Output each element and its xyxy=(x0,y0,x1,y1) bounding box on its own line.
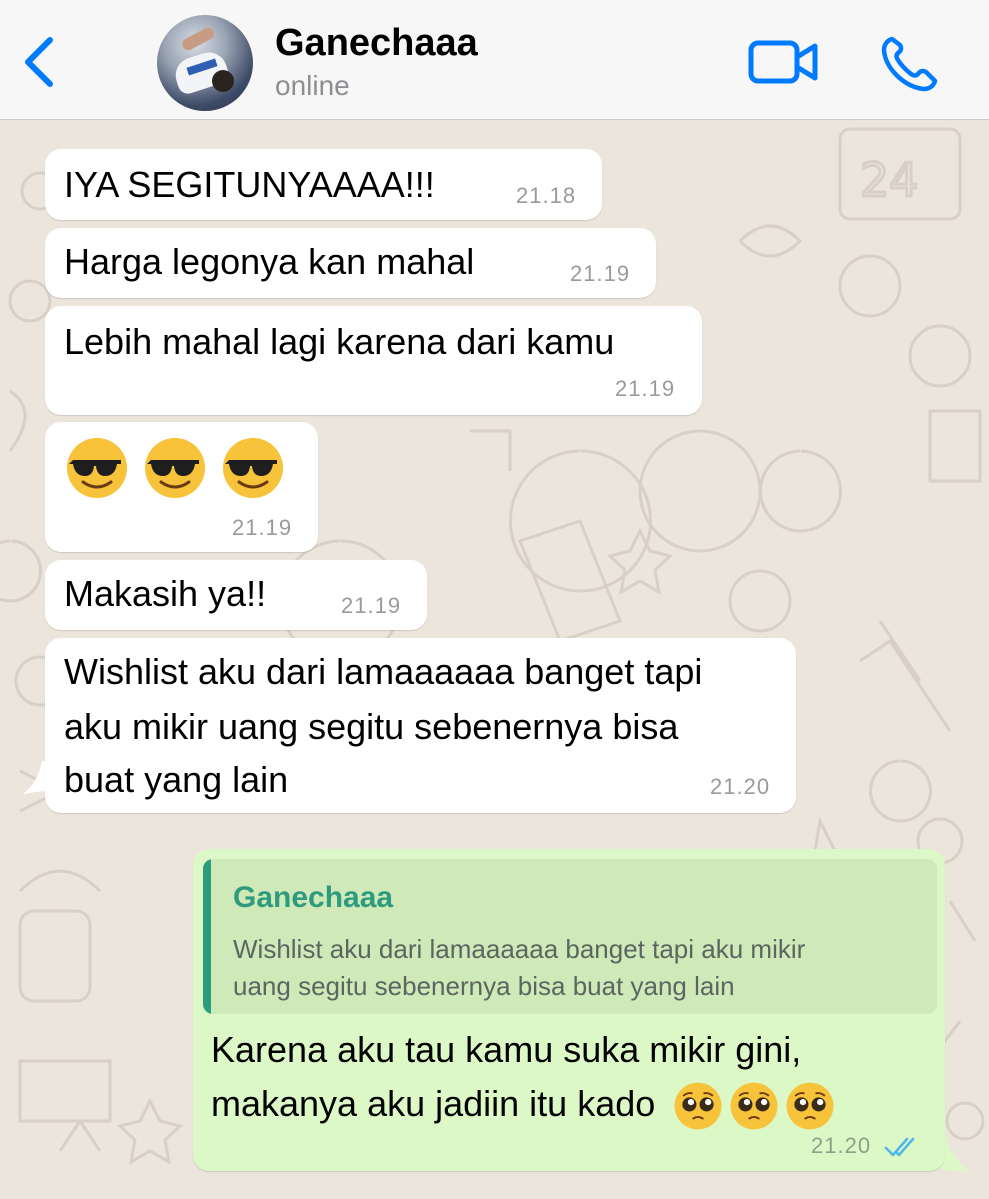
double-check-read-icon xyxy=(884,1137,915,1157)
message-text-line: buat yang lain xyxy=(64,759,289,800)
quoted-text-line: Wishlist aku dari lamaaaaaa banget tapi … xyxy=(233,934,806,964)
message-text-line: aku mikir uang segitu sebenernya bisa xyxy=(64,706,679,747)
pleading-face-icon xyxy=(786,1083,834,1130)
outgoing-message[interactable]: Ganechaaa Wishlist aku dari lamaaaaaa ba… xyxy=(193,849,945,1171)
message-time: 21.19 xyxy=(615,376,676,401)
avatar[interactable] xyxy=(157,15,253,111)
phone-icon xyxy=(881,36,938,92)
smiling-face-with-sunglasses-icon xyxy=(67,438,127,498)
incoming-message[interactable]: IYA SEGITUNYAAAA!!! 21.18 xyxy=(45,149,602,220)
pleading-face-icon xyxy=(674,1083,722,1130)
incoming-emoji-message[interactable]: 21.19 xyxy=(45,422,318,552)
quoted-text-line: uang segitu sebenernya bisa buat yang la… xyxy=(233,971,735,1001)
incoming-message[interactable]: Makasih ya!! 21.19 xyxy=(45,560,427,630)
quoted-message[interactable]: Ganechaaa Wishlist aku dari lamaaaaaa ba… xyxy=(203,859,937,1014)
incoming-message[interactable]: Lebih mahal lagi karena dari kamu 21.19 xyxy=(45,306,702,415)
message-text: Lebih mahal lagi karena dari kamu xyxy=(64,321,615,362)
contact-name[interactable]: Ganechaaa xyxy=(275,22,478,65)
contact-status: online xyxy=(275,70,350,101)
message-text: IYA SEGITUNYAAAA!!! xyxy=(64,164,435,205)
message-time: 21.20 xyxy=(811,1133,872,1158)
emoji-row xyxy=(65,436,299,500)
incoming-message[interactable]: Harga legonya kan mahal 21.19 xyxy=(45,228,656,298)
message-text-line: makanya aku jadiin itu kado xyxy=(211,1076,849,1131)
message-text: Harga legonya kan mahal xyxy=(64,241,475,282)
video-camera-icon xyxy=(748,40,818,84)
quoted-sender-name: Ganechaaa xyxy=(233,881,394,914)
message-text-line: Wishlist aku dari lamaaaaaa banget tapi xyxy=(64,651,703,692)
voice-call-button[interactable] xyxy=(878,34,940,94)
chevron-left-icon xyxy=(25,37,53,87)
pleading-face-icon xyxy=(730,1083,778,1130)
video-call-button[interactable] xyxy=(748,38,820,86)
message-time: 21.20 xyxy=(710,774,771,799)
message-time: 21.19 xyxy=(232,515,293,540)
smiling-face-with-sunglasses-icon xyxy=(145,438,205,498)
svg-text:24: 24 xyxy=(860,153,919,207)
message-time: 21.18 xyxy=(516,183,577,208)
quoted-text: Wishlist aku dari lamaaaaaa banget tapi … xyxy=(233,931,923,1005)
chat-area[interactable]: 24 IYA SEGITUNYAAAA!!! 21.18 Harga legon… xyxy=(0,121,989,1199)
message-time: 21.19 xyxy=(341,593,402,618)
message-text: makanya aku jadiin itu kado xyxy=(211,1083,656,1124)
incoming-message[interactable]: Wishlist aku dari lamaaaaaa banget tapi … xyxy=(45,638,796,813)
chat-header: Ganechaaa online xyxy=(0,0,989,120)
quote-accent-bar xyxy=(203,859,211,1014)
smiling-face-with-sunglasses-icon xyxy=(223,438,283,498)
message-text: Makasih ya!! xyxy=(64,573,267,614)
back-button[interactable] xyxy=(18,32,62,92)
message-text-line: Karena aku tau kamu suka mikir gini, xyxy=(211,1029,802,1070)
message-time: 21.19 xyxy=(570,261,631,286)
